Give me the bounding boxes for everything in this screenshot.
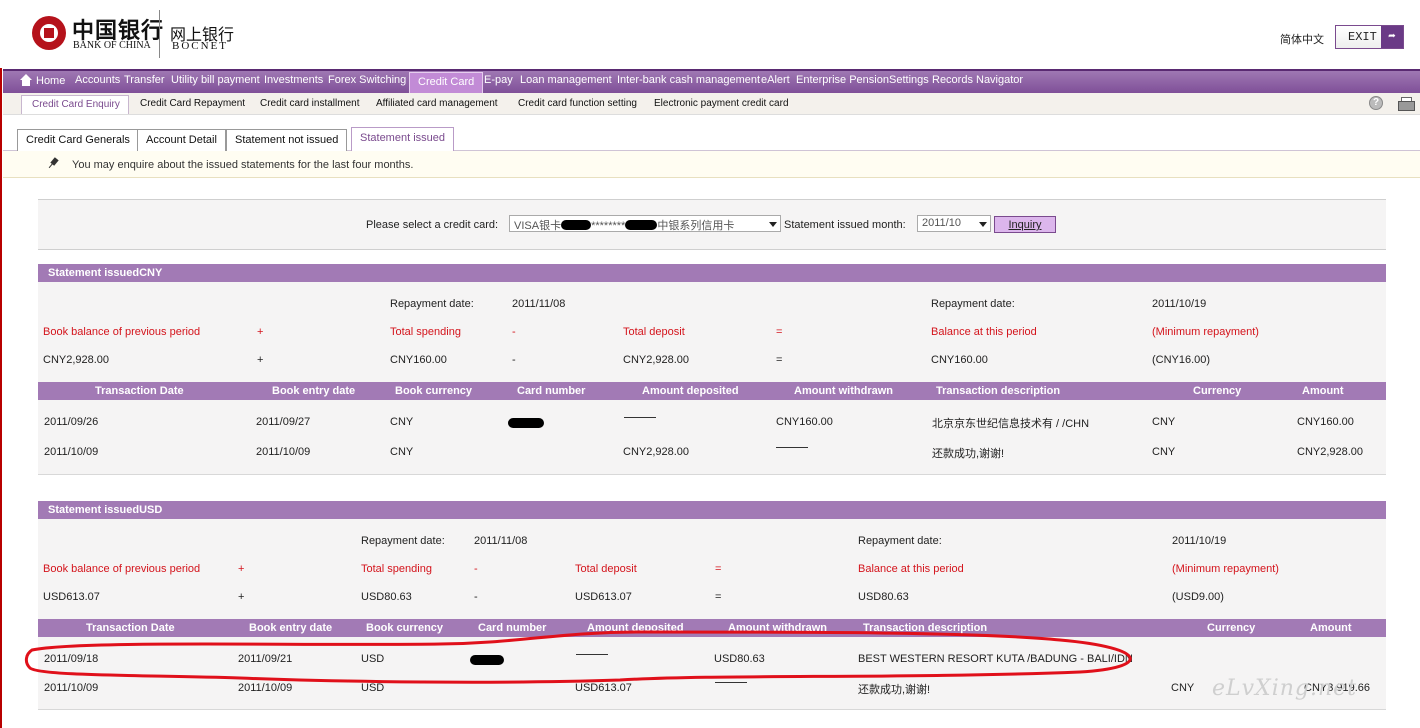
red-highlight-ellipse <box>24 630 1132 684</box>
watermark-text: eLvXing.net <box>1212 676 1358 701</box>
